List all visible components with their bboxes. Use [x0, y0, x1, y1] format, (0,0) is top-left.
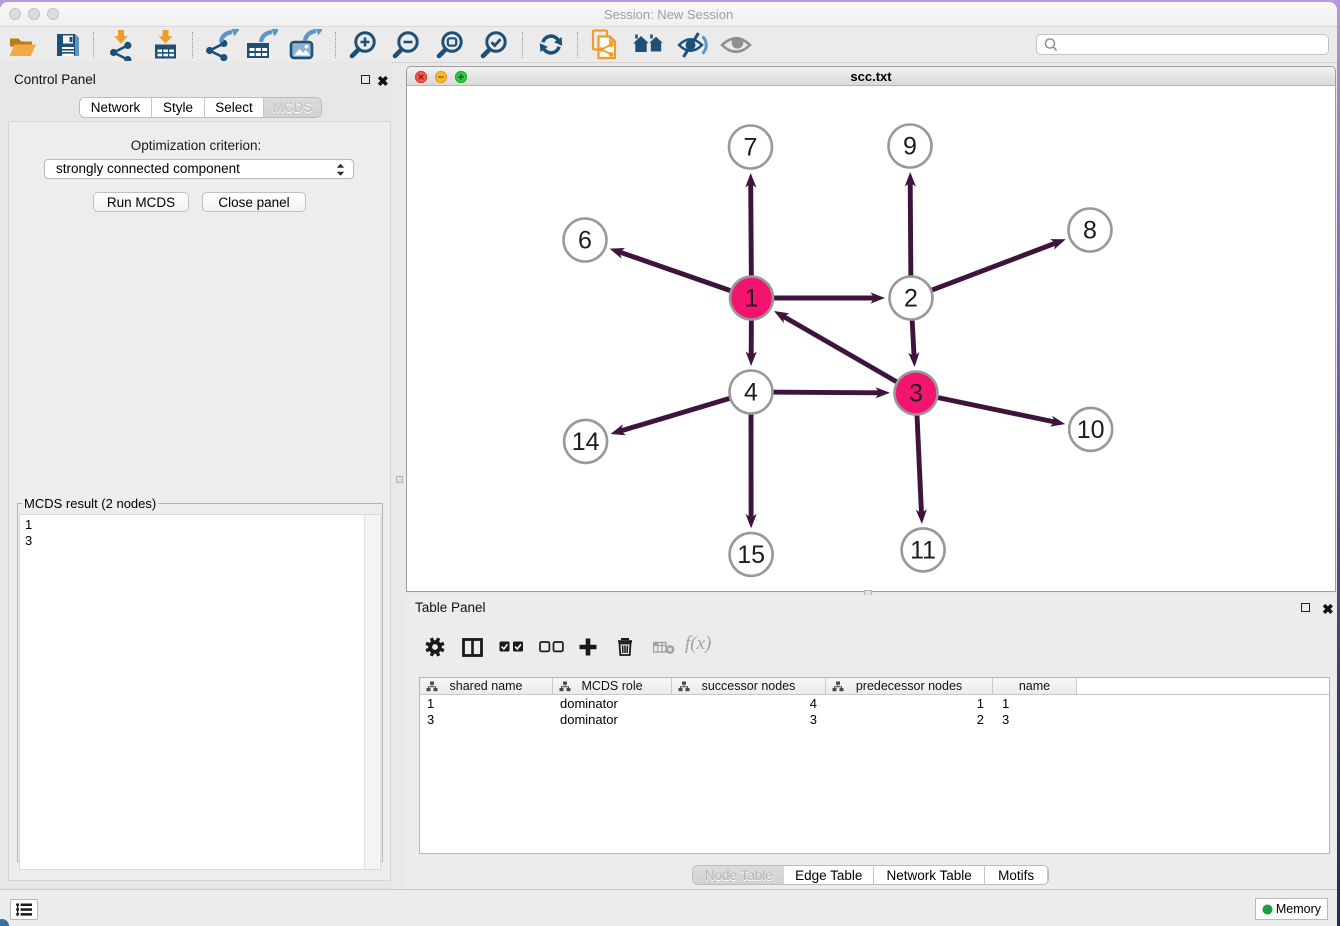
svg-text:1: 1 — [745, 285, 759, 313]
svg-text:4: 4 — [744, 379, 758, 407]
svg-text:14: 14 — [572, 428, 600, 456]
svg-text:10: 10 — [1077, 416, 1105, 444]
svg-text:11: 11 — [910, 536, 936, 564]
svg-text:15: 15 — [737, 541, 765, 569]
svg-text:9: 9 — [903, 133, 917, 161]
svg-text:2: 2 — [904, 285, 918, 313]
svg-text:6: 6 — [578, 227, 592, 255]
svg-text:8: 8 — [1083, 217, 1097, 245]
svg-text:7: 7 — [744, 134, 758, 162]
svg-text:3: 3 — [909, 380, 923, 408]
